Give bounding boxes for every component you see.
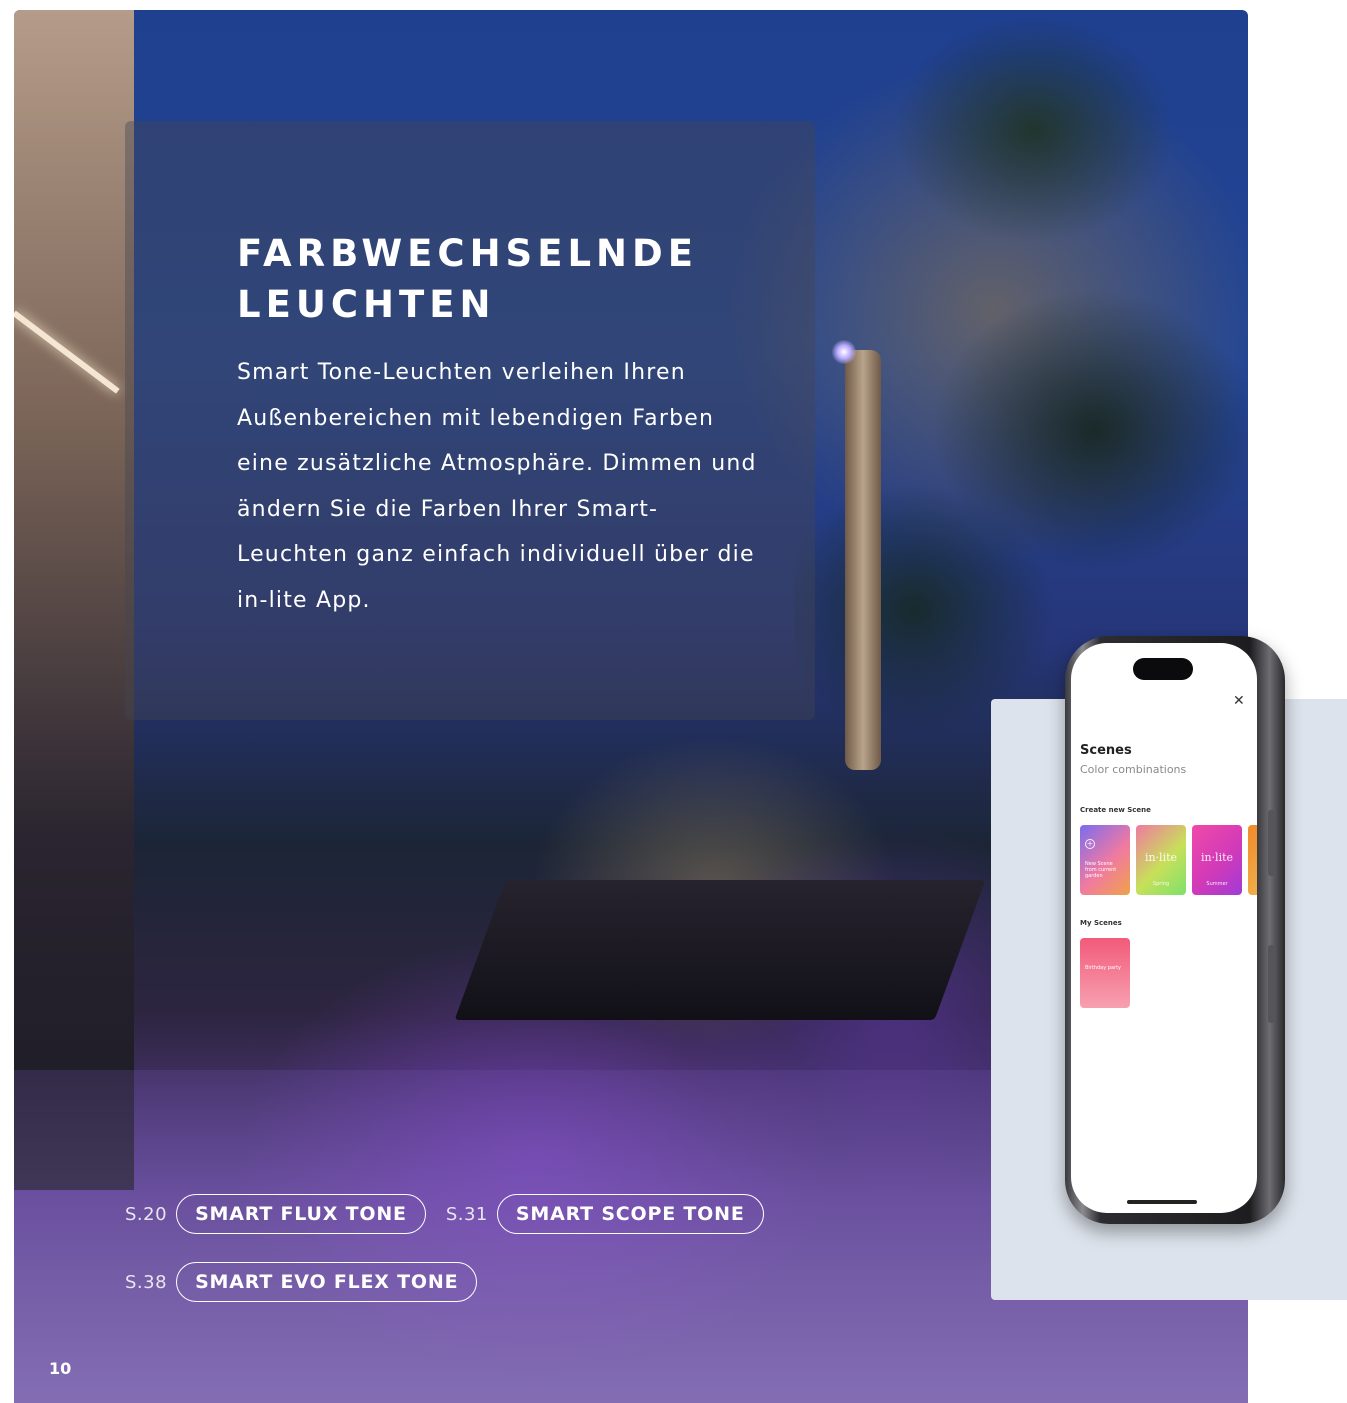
page-ref: S.20 [125, 1203, 168, 1225]
product-link-smart-evo-flex-tone[interactable]: SMART EVO FLEX TONE [176, 1262, 478, 1302]
phone-side-button [1268, 945, 1276, 1023]
product-row-2: S.38 SMART EVO FLEX TONE [125, 1262, 478, 1302]
scene-card-birthday[interactable]: Birthday party [1080, 938, 1130, 1008]
product-row-1: S.20 SMART FLUX TONE S.31 SMART SCOPE TO… [125, 1194, 764, 1234]
scene-card-partial[interactable] [1248, 825, 1257, 895]
scene-card-brand: in·lite [1200, 851, 1234, 864]
create-scene-heading: Create new Scene [1080, 806, 1151, 814]
tree-trunk [845, 350, 881, 770]
product-link-smart-scope-tone[interactable]: SMART SCOPE TONE [496, 1194, 764, 1234]
home-indicator [1127, 1200, 1197, 1204]
scene-card-new[interactable]: + New Scene from current garden [1080, 825, 1130, 895]
dining-table [454, 880, 986, 1020]
page-title: FARBWECHSELNDE LEUCHTEN [237, 232, 698, 326]
phone-side-button [1268, 810, 1276, 876]
app-screen: ✕ Scenes Color combinations Create new S… [1071, 643, 1257, 1213]
spotlight-glow [832, 340, 856, 364]
scene-card-brand: in·lite [1144, 851, 1178, 864]
my-scenes-heading: My Scenes [1080, 919, 1122, 927]
scene-card-label: Spring [1152, 881, 1170, 887]
product-link-smart-flux-tone[interactable]: SMART FLUX TONE [176, 1194, 426, 1234]
page-ref: S.31 [445, 1203, 488, 1225]
scene-card-summer[interactable]: in·lite Summer [1192, 825, 1242, 895]
page-number: 10 [49, 1359, 72, 1378]
intro-paragraph: Smart Tone-Leuchten verleihen Ihren Auße… [237, 360, 757, 613]
plus-icon: + [1085, 839, 1095, 849]
scene-card-label: Summer [1206, 881, 1228, 887]
app-screen-title: Scenes [1080, 743, 1132, 758]
page-ref: S.38 [125, 1271, 168, 1293]
scene-card-label: Birthday party [1085, 965, 1122, 971]
scene-card-spring[interactable]: in·lite Spring [1136, 825, 1186, 895]
dynamic-island [1133, 658, 1193, 680]
app-screen-subtitle: Color combinations [1080, 763, 1187, 776]
close-icon[interactable]: ✕ [1233, 693, 1245, 709]
scene-card-label: New Scene from current garden [1085, 861, 1117, 879]
house-wall [14, 10, 134, 1190]
